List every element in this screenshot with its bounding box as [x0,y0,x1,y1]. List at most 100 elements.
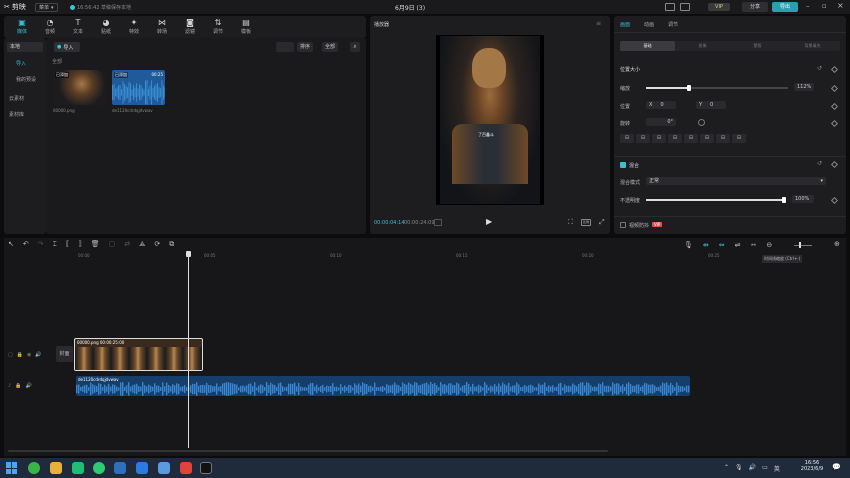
opacity-input[interactable]: 100% [792,195,814,203]
tab-animation[interactable]: 动画 [644,21,654,28]
eye-icon[interactable]: ◉ [27,352,31,358]
redo-icon[interactable]: ↷ [38,240,44,250]
opacity-slider-handle[interactable] [782,197,786,203]
audio-clip[interactable]: de1120cdrdqjdvwav [76,376,690,396]
tab-audio[interactable]: ◔ 音频 [38,16,62,38]
wps-icon[interactable] [180,462,192,474]
video-clip[interactable]: 00000.png 00:00:25:00 [74,338,203,371]
reverse-icon[interactable]: ⇄ [124,240,130,250]
tab-adjust[interactable]: ⇅ 调节 [206,16,230,38]
link-icon[interactable]: ⇌ [735,241,741,249]
export-button[interactable]: 导出 [772,2,798,12]
tray-chevron-icon[interactable]: ⌃ [724,464,729,473]
menu-icon[interactable]: ≡ [596,20,601,27]
rotate-dial-icon[interactable] [698,119,705,126]
tab-template[interactable]: ▤ 模板 [234,16,258,38]
zoom-out-icon[interactable]: ⊖ [766,241,772,249]
close-icon[interactable]: × [837,1,844,10]
tab-picture[interactable]: 画面 [620,21,630,28]
reset-icon[interactable]: ↺ [817,65,822,72]
scale-slider[interactable] [646,85,788,91]
maximize-icon[interactable]: ▫ [822,2,827,10]
freeze-icon[interactable]: ▢ [109,240,116,250]
rotate-icon[interactable]: ⟳ [154,240,160,250]
pos-y-input[interactable]: Y0 [696,101,726,109]
audio-icon[interactable]: ♪ [8,383,11,389]
keyframe-icon[interactable] [830,65,839,74]
view-toggle[interactable] [276,42,294,52]
sort-button[interactable]: 排序 [297,42,314,52]
split-left-icon[interactable]: ⟦ [66,240,69,250]
capcut-icon[interactable] [200,462,212,474]
subtab-mask[interactable]: 蒙版 [730,41,785,51]
subtab-cutout[interactable]: 抠像 [675,41,730,51]
app-icon-3[interactable] [72,462,84,474]
tab-media[interactable]: ▣ 媒体 [10,16,34,38]
keyframe-icon[interactable] [830,196,839,205]
vip-badge[interactable]: VIP [708,3,730,11]
scale-slider-handle[interactable] [686,85,691,91]
keyframe-icon[interactable] [830,84,839,93]
menu-button[interactable]: 菜单 ▾ [35,3,58,12]
subtab-background[interactable]: 背景填充 [785,41,840,51]
lock-icon[interactable]: 🔒 [15,383,21,389]
playhead[interactable] [188,252,189,448]
distribute-v-icon[interactable]: ⊟ [732,134,746,143]
rotate-input[interactable]: 0° [646,118,676,126]
speaker-icon[interactable]: 🔊 [749,464,756,473]
opacity-slider[interactable] [646,197,786,203]
lock-icon[interactable]: 🔒 [17,352,23,358]
media-thumb-audio[interactable]: 已添加 00:25 [112,70,165,105]
ime-icon[interactable]: 英 [774,464,780,473]
blend-checkbox[interactable] [620,162,626,168]
mute-icon[interactable]: 🔊 [35,352,41,358]
fullscreen-icon[interactable]: ⤢ [599,218,605,227]
ratio-button[interactable]: 比例 [581,219,591,226]
filter-button[interactable]: 全部 [322,42,339,52]
app-icon-1[interactable] [28,462,40,474]
tab-sticker[interactable]: ◕ 贴纸 [94,16,118,38]
sidebar-item-local[interactable]: 本地 [7,42,43,52]
sidebar-item-library[interactable]: 素材库 [9,111,24,118]
align-right-icon[interactable]: ⊟ [652,134,666,143]
tab-text[interactable]: T 文本 [66,16,90,38]
taskbar-clock[interactable]: 16:56 2023/6/9 [800,460,824,472]
keyframe-icon[interactable] [830,160,839,169]
pos-x-input[interactable]: X0 [646,101,676,109]
zoom-slider-handle[interactable] [799,242,801,248]
zoom-fit-icon[interactable]: ⊕ [834,240,840,248]
file-explorer-icon[interactable] [50,462,62,474]
mirror-icon[interactable]: ⟁ [139,240,145,250]
subtab-basic[interactable]: 基础 [620,41,675,51]
scale-input[interactable]: 112% [794,83,814,91]
play-icon[interactable]: ▶ [486,217,492,226]
keyframe-icon[interactable] [830,119,839,128]
search-icon[interactable]: ⌕ [350,42,360,52]
sidebar-item-cloud[interactable]: 云素材 [9,95,24,102]
crop-icon[interactable]: ⧉ [169,240,174,250]
zoom-slider[interactable] [794,245,812,246]
blend-mode-select[interactable]: 正常 ▾ [646,177,826,185]
network-icon[interactable]: ▭ [762,464,768,473]
undo-icon[interactable]: ↶ [23,240,29,250]
align-left-icon[interactable]: ⊟ [620,134,634,143]
align-center-h-icon[interactable]: ⊟ [636,134,650,143]
select-icon[interactable]: ↖ [8,240,14,250]
timecode-icon[interactable] [434,219,442,226]
tab-transition[interactable]: ⋈ 转场 [150,16,174,38]
distribute-h-icon[interactable]: ⊟ [716,134,730,143]
align-center-v-icon[interactable]: ⊟ [684,134,698,143]
cover-icon[interactable]: ▢ [8,352,13,358]
minimize-icon[interactable]: – [806,2,810,10]
timeline-scrollbar[interactable] [8,450,608,452]
import-button[interactable]: ● 导入 [54,42,80,52]
snap-main-track-icon[interactable]: ⇹ [703,241,709,249]
reset-icon[interactable]: ↺ [817,160,822,167]
mic-icon[interactable]: 🎙 [684,241,693,249]
time-ruler[interactable]: 00:00 00:05 00:10 00:15 00:20 00:25 [4,252,846,262]
align-bottom-icon[interactable]: ⊟ [700,134,714,143]
sidebar-item-presets[interactable]: 我的预设 [16,76,36,83]
align-top-icon[interactable]: ⊟ [668,134,682,143]
cover-button[interactable]: 封面 [56,346,73,362]
wechat-icon[interactable] [93,462,105,474]
